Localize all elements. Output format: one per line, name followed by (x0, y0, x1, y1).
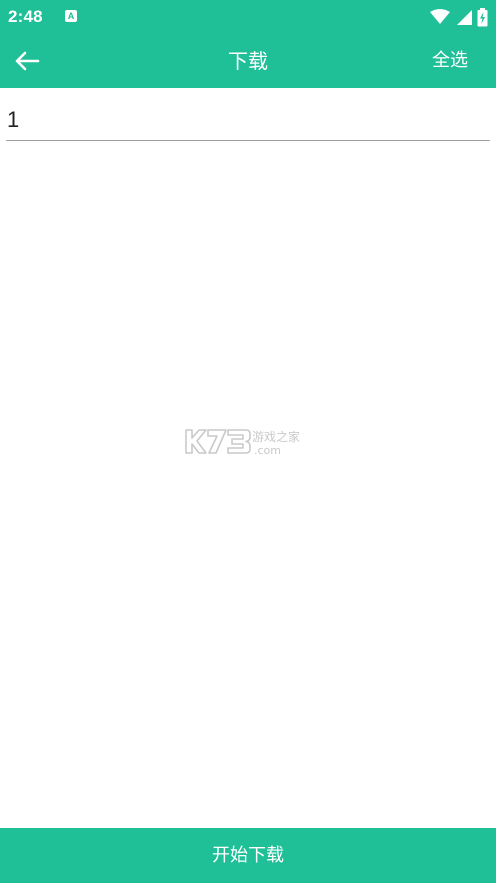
list-item-label: 1 (7, 107, 20, 132)
select-all-button[interactable]: 全选 (432, 48, 468, 74)
signal-icon (457, 9, 472, 25)
battery-charging-icon (477, 7, 488, 26)
start-download-button[interactable]: 开始下载 (0, 828, 496, 883)
notification-a-icon: A (65, 10, 77, 22)
svg-text:游戏之家: 游戏之家 (252, 429, 300, 444)
app-bar: 下载 全选 (0, 34, 496, 88)
status-time: 2:48 (8, 7, 43, 26)
status-icons (429, 7, 488, 27)
k73-watermark-logo: 游戏之家 .com (184, 424, 314, 460)
wifi-icon (430, 9, 450, 24)
list-item[interactable]: 1 (6, 100, 490, 141)
page-title: 下载 (228, 49, 268, 73)
status-bar: 2:48 A (0, 0, 496, 34)
svg-text:.com: .com (254, 444, 281, 457)
